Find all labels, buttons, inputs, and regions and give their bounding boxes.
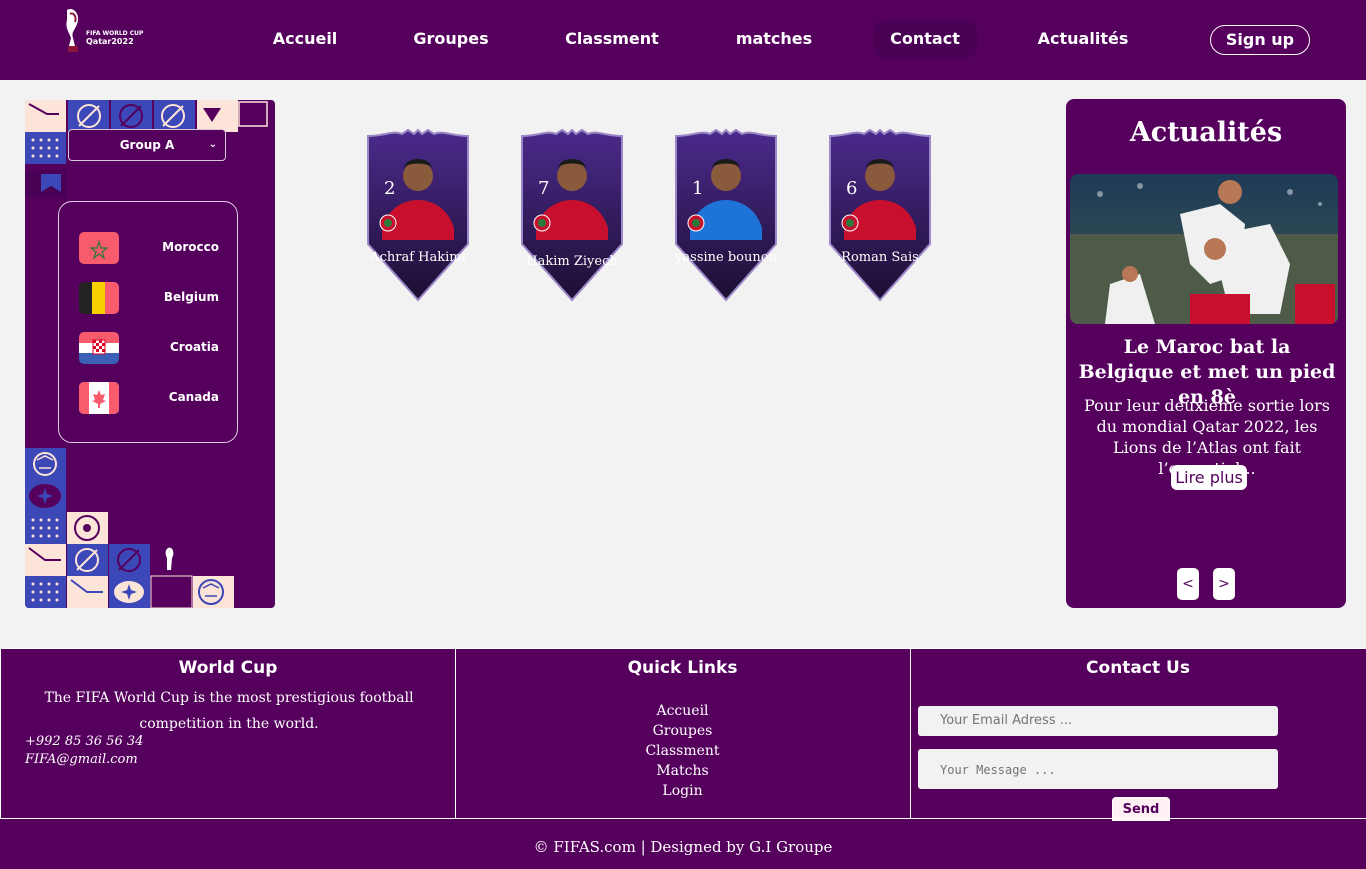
- footer-link-groupes[interactable]: Groupes: [455, 721, 910, 741]
- next-news-button[interactable]: >: [1213, 568, 1235, 600]
- nav-accueil[interactable]: Accueil: [262, 20, 348, 58]
- player-name: Achraf Hakimi: [370, 250, 466, 265]
- email-field[interactable]: Your Email Adress ...: [918, 706, 1278, 736]
- canada-flag-icon: [79, 382, 119, 414]
- navbar: FIFA WORLD CUP Qatar2022 Accueil Groupes…: [0, 0, 1366, 80]
- player-name: yassine bounou: [675, 250, 777, 265]
- player-number: 2: [384, 178, 396, 199]
- group-select-value: Group A: [119, 138, 175, 152]
- team-name: Canada: [168, 390, 219, 404]
- belgium-flag-icon: [79, 282, 119, 314]
- nav-contact[interactable]: Contact: [873, 20, 977, 58]
- card-frame: [521, 128, 623, 302]
- player-name: Hakim Ziyech: [526, 254, 618, 269]
- news-image: [1070, 174, 1338, 324]
- morocco-flag-icon: [79, 232, 119, 264]
- footer-divider: [0, 818, 1366, 819]
- footer-worldcup-title: World Cup: [178, 658, 278, 678]
- footer-link-classment[interactable]: Classment: [455, 741, 910, 761]
- footer-quicklinks-title: Quick Links: [627, 658, 738, 678]
- player-card[interactable]: 2 Achraf Hakimi: [364, 128, 472, 302]
- nav-classment[interactable]: Classment: [556, 20, 668, 58]
- trophy-icon: [66, 8, 79, 52]
- group-select[interactable]: Group A ⌄: [68, 129, 226, 161]
- logo-text-line2: Qatar2022: [86, 37, 134, 46]
- team-name: Morocco: [162, 240, 219, 254]
- message-field[interactable]: Your Message ...: [918, 749, 1278, 789]
- nav-actualites[interactable]: Actualités: [1028, 20, 1138, 58]
- nav-groupes[interactable]: Groupes: [405, 20, 497, 58]
- team-item-morocco[interactable]: Morocco: [79, 232, 229, 266]
- player-card[interactable]: 7 Hakim Ziyech: [518, 128, 626, 302]
- player-name: Roman Sais: [841, 250, 919, 265]
- news-heading: Actualités: [1129, 117, 1283, 148]
- chevron-down-icon: ⌄: [208, 139, 217, 150]
- player-card[interactable]: 1 yassine bounou: [672, 128, 780, 302]
- footer-description: The FIFA World Cup is the most prestigio…: [44, 690, 414, 732]
- footer-phone: +992 85 36 56 34: [25, 734, 144, 749]
- news-panel: Actualités Le Maroc bat la Belgique et m…: [1066, 99, 1346, 608]
- player-number: 6: [846, 178, 858, 199]
- player-card[interactable]: 6 Roman Sais: [826, 128, 934, 302]
- copyright: © FIFAS.com | Designed by G.I Groupe: [533, 838, 833, 856]
- team-name: Croatia: [169, 340, 219, 354]
- groups-panel: Group A ⌄ Morocco Belgium Croatia Canada: [25, 100, 275, 608]
- read-more-button[interactable]: Lire plus: [1171, 465, 1247, 490]
- footer-worldcup: World Cup The FIFA World Cup is the most…: [0, 649, 456, 819]
- prev-news-button[interactable]: <: [1177, 568, 1199, 600]
- signup-button[interactable]: Sign up: [1210, 25, 1310, 55]
- team-item-belgium[interactable]: Belgium: [79, 282, 229, 316]
- footer-link-login[interactable]: Login: [455, 781, 910, 801]
- news-photo[interactable]: [1070, 174, 1338, 324]
- footer-link-accueil[interactable]: Accueil: [455, 701, 910, 721]
- card-frame: [675, 128, 777, 302]
- team-item-canada[interactable]: Canada: [79, 382, 229, 416]
- footer-email: FIFA@gmail.com: [25, 752, 138, 767]
- player-number: 1: [692, 178, 704, 199]
- team-name: Belgium: [163, 290, 219, 304]
- footer-link-matchs[interactable]: Matchs: [455, 761, 910, 781]
- teams-list: Morocco Belgium Croatia Canada: [58, 201, 238, 443]
- croatia-flag-icon: [79, 332, 119, 364]
- pattern-icons-bottom: [25, 448, 234, 608]
- nav-matches[interactable]: matches: [726, 20, 822, 58]
- card-frame: [829, 128, 931, 302]
- footer-quicklinks: Quick Links Accueil Groupes Classment Ma…: [455, 649, 911, 819]
- team-item-croatia[interactable]: Croatia: [79, 332, 229, 366]
- card-frame: [367, 128, 469, 302]
- fifa-logo[interactable]: FIFA WORLD CUP Qatar2022: [60, 8, 150, 58]
- footer-contact-title: Contact Us: [1086, 658, 1190, 678]
- player-number: 7: [538, 178, 550, 199]
